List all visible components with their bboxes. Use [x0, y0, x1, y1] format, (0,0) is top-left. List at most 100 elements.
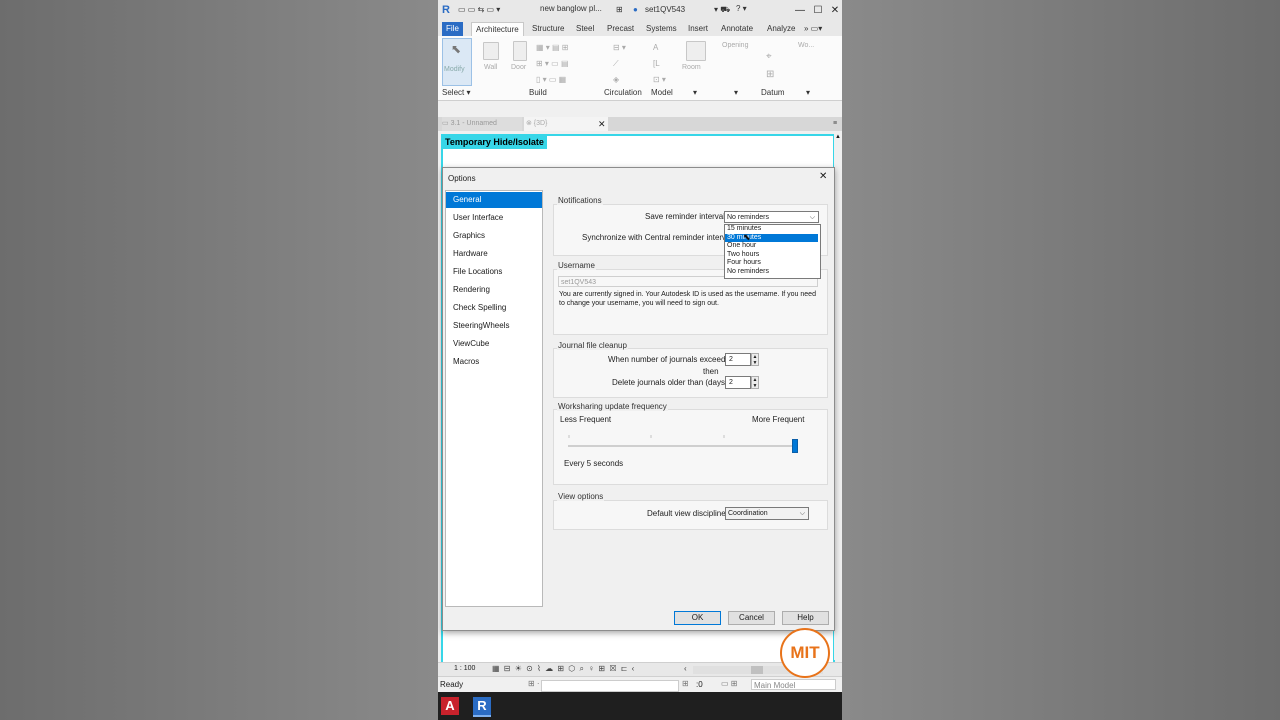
- journal-exceeds-spinner[interactable]: ▲ ▼: [751, 353, 759, 366]
- tab-file[interactable]: File: [442, 22, 463, 36]
- door-icon[interactable]: [513, 41, 527, 61]
- more-tabs-icon[interactable]: » ▭▾: [800, 22, 826, 36]
- option-one-hour[interactable]: One hour: [725, 242, 818, 251]
- binoculars-icon[interactable]: ⊞: [616, 5, 623, 14]
- slider-thumb[interactable]: [792, 439, 798, 453]
- help-icon[interactable]: ? ▾: [736, 4, 747, 13]
- model-tools[interactable]: A [L ⊡ ▾: [653, 40, 666, 88]
- view-tabs: ▭ 3.1 - Unnamed ⊗ {3D} ✕ ≡: [438, 117, 842, 131]
- options-nav: General User Interface Graphics Hardware…: [445, 190, 543, 607]
- main-model-select[interactable]: Main Model: [751, 679, 836, 690]
- slider-tick: [650, 435, 652, 438]
- option-no-reminders[interactable]: No reminders: [725, 268, 818, 277]
- update-frequency-value: Every 5 seconds: [564, 459, 624, 468]
- user-name[interactable]: set1QV543: [645, 5, 685, 14]
- slider-tick: [568, 435, 570, 438]
- workplane-panel-dropdown[interactable]: ▾: [806, 88, 810, 97]
- revit-app-icon[interactable]: R: [473, 697, 491, 717]
- view-control-bar: 1 : 100 ▦ ⊟ ☀ ⊙ ⌇ ☁ ⊞ ⬡ ⌕ ♀ ⊞ ☒ ⊏ ‹ ‹: [438, 662, 842, 677]
- filter-icon[interactable]: ⊞: [682, 679, 689, 688]
- view-control-icons[interactable]: ▦ ⊟ ☀ ⊙ ⌇ ☁ ⊞ ⬡ ⌕ ♀ ⊞ ☒ ⊏ ‹: [492, 664, 635, 674]
- datum-tools[interactable]: ⌖ ⊞: [766, 48, 774, 84]
- revit-logo-icon[interactable]: R: [442, 4, 454, 18]
- design-options-icon[interactable]: ▭ ⊞: [721, 679, 737, 688]
- build-tools-grid[interactable]: ▦ ▾ ▤ ⊞ ⊞ ▾ ▭ ▤ ▯ ▾ ▭ ▦: [536, 40, 569, 88]
- option-four-hours[interactable]: Four hours: [725, 259, 818, 268]
- tab-structure[interactable]: Structure: [528, 22, 568, 36]
- cart-icon[interactable]: ▾ ⛟: [714, 5, 730, 15]
- option-two-hours[interactable]: Two hours: [725, 251, 818, 260]
- tab-annotate[interactable]: Annotate: [717, 22, 757, 36]
- temporary-hide-isolate-label: Temporary Hide/Isolate: [442, 135, 547, 149]
- autocad-app-icon[interactable]: A: [441, 697, 459, 715]
- more-frequent-label: More Frequent: [752, 415, 805, 424]
- opening-panel-dropdown[interactable]: ▾: [734, 88, 738, 97]
- room-panel-dropdown[interactable]: ▾: [693, 88, 697, 97]
- journal-exceeds-label: When number of journals exceeds:: [608, 355, 732, 364]
- scrollbar-thumb[interactable]: [751, 666, 763, 674]
- username-note: You are currently signed in. Your Autode…: [559, 291, 816, 307]
- option-15-minutes[interactable]: 15 minutes: [725, 225, 818, 234]
- sync-reminder-label: Synchronize with Central reminder interv…: [582, 233, 735, 242]
- nav-hardware[interactable]: Hardware: [446, 246, 542, 262]
- minimize-icon[interactable]: —: [792, 3, 808, 19]
- tab-analyze[interactable]: Analyze: [763, 22, 799, 36]
- nav-user-interface[interactable]: User Interface: [446, 210, 542, 226]
- help-button[interactable]: Help: [782, 611, 829, 625]
- circulation-tools[interactable]: ⊟ ▾ ⟋ ◈: [613, 40, 626, 88]
- tab-architecture[interactable]: Architecture: [471, 22, 524, 36]
- background-right: [842, 0, 1280, 720]
- default-view-discipline-select[interactable]: Coordination ⌵: [725, 507, 809, 520]
- maximize-icon[interactable]: ☐: [810, 3, 826, 19]
- workset-select[interactable]: [541, 680, 679, 692]
- quick-access-icons[interactable]: ▭ ▭ ⇆ ▭ ▾: [458, 5, 500, 14]
- opening-label[interactable]: Opening: [722, 42, 748, 49]
- modify-button[interactable]: ⬉ Modify: [442, 38, 472, 86]
- view-tab-unnamed[interactable]: ▭ 3.1 - Unnamed: [442, 117, 522, 131]
- wall-icon[interactable]: [483, 42, 499, 60]
- tab-systems[interactable]: Systems: [642, 22, 681, 36]
- status-ready: Ready: [440, 680, 464, 689]
- scroll-left-icon[interactable]: ‹: [684, 664, 687, 673]
- view-tab-3d[interactable]: ⊗ {3D} ✕: [524, 117, 608, 131]
- save-reminder-dropdown: 15 minutes 30 minutes One hour Two hours…: [724, 224, 821, 279]
- save-reminder-select[interactable]: No reminders ⌵: [724, 211, 819, 223]
- nav-rendering[interactable]: Rendering: [446, 282, 542, 298]
- work-plane-label[interactable]: Wo...: [798, 42, 814, 49]
- cancel-button[interactable]: Cancel: [728, 611, 775, 625]
- scale-label[interactable]: 1 : 100: [454, 665, 475, 672]
- journal-delete-spinner[interactable]: ▲ ▼: [751, 376, 759, 389]
- document-title: new banglow pl...: [540, 4, 602, 13]
- dialog-close-icon[interactable]: ✕: [819, 171, 827, 182]
- ok-button[interactable]: OK: [674, 611, 721, 625]
- journal-exceeds-input[interactable]: 2: [725, 353, 751, 366]
- user-icon[interactable]: ●: [633, 5, 638, 14]
- room-label: Room: [682, 64, 701, 71]
- journal-label: Journal file cleanup: [557, 341, 628, 350]
- select-panel-label[interactable]: Select ▾: [442, 88, 470, 97]
- nav-file-locations[interactable]: File Locations: [446, 264, 542, 280]
- update-frequency-slider[interactable]: [568, 435, 798, 453]
- title-bar: R ▭ ▭ ⇆ ▭ ▾ new banglow pl... ⊞ ● set1QV…: [438, 0, 842, 22]
- default-view-discipline-value: Coordination: [728, 510, 768, 517]
- tab-menu-icon[interactable]: ≡: [833, 117, 837, 131]
- nav-macros[interactable]: Macros: [446, 354, 542, 370]
- nav-steeringwheels[interactable]: SteeringWheels: [446, 318, 542, 334]
- worksets-icon[interactable]: ⊞ ·: [528, 679, 540, 688]
- tab-steel[interactable]: Steel: [572, 22, 598, 36]
- revit-window: R ▭ ▭ ⇆ ▭ ▾ new banglow pl... ⊞ ● set1QV…: [438, 0, 842, 720]
- journal-delete-input[interactable]: 2: [725, 376, 751, 389]
- tab-insert[interactable]: Insert: [684, 22, 712, 36]
- scroll-up-icon[interactable]: ▲: [835, 134, 841, 140]
- worksharing-label: Worksharing update frequency: [557, 402, 668, 411]
- nav-graphics[interactable]: Graphics: [446, 228, 542, 244]
- close-tab-icon[interactable]: ✕: [598, 117, 606, 131]
- option-30-minutes[interactable]: 30 minutes: [725, 233, 818, 243]
- nav-viewcube[interactable]: ViewCube: [446, 336, 542, 352]
- nav-general[interactable]: General: [446, 192, 542, 208]
- close-icon[interactable]: ✕: [827, 3, 842, 19]
- canvas-scrollbar[interactable]: ▲: [834, 134, 842, 660]
- nav-check-spelling[interactable]: Check Spelling: [446, 300, 542, 316]
- tab-precast[interactable]: Precast: [603, 22, 638, 36]
- room-icon[interactable]: [686, 41, 706, 61]
